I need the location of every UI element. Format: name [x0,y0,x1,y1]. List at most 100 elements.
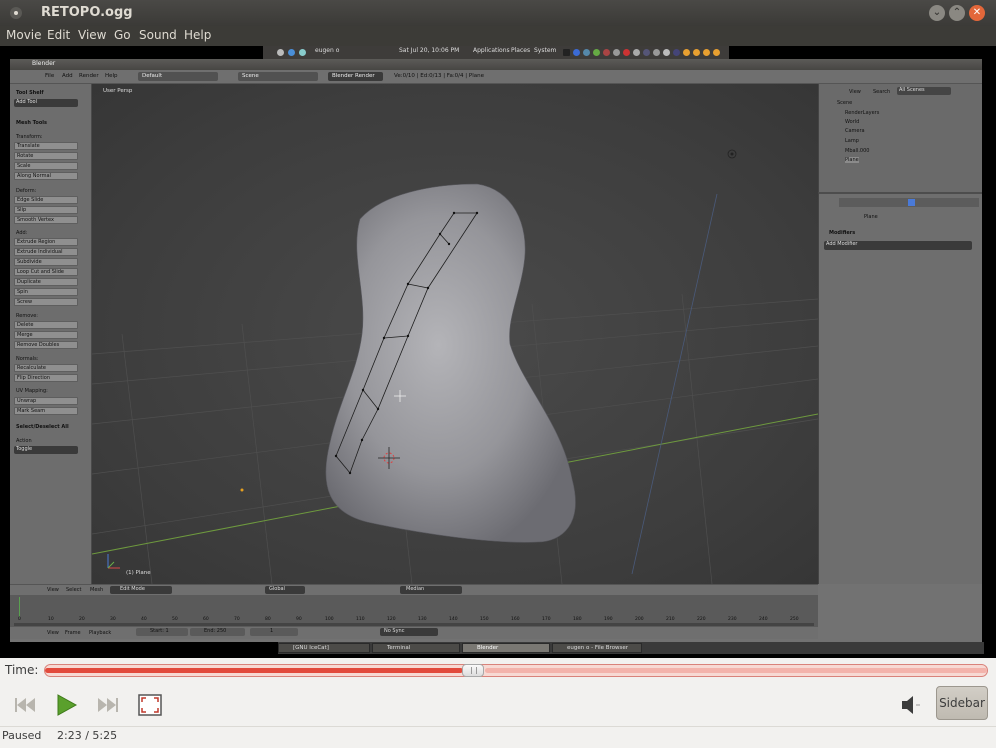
next-chapter-icon[interactable] [95,692,121,718]
panel-places: Places [511,47,531,54]
end-frame-field[interactable]: End: 250 [190,628,245,636]
current-frame-field[interactable]: 1 [250,628,298,636]
sync-mode-select[interactable]: No Sync [380,628,438,636]
outliner-item[interactable]: Mball.000 [845,148,869,154]
outliner-search-menu[interactable]: Search [873,89,890,95]
outliner-item[interactable]: Camera [845,128,865,134]
outliner-view-menu[interactable]: View [849,89,861,95]
blender-menu-help[interactable]: Help [105,73,118,79]
tool-label: Loop Cut and Slide [17,269,64,275]
tool-button[interactable]: Duplicate [14,278,78,286]
tool-button[interactable]: Subdivide [14,258,78,266]
minimize-button[interactable]: ⌄ [929,5,945,21]
mode-select[interactable]: Edit Mode [110,586,172,594]
viewport-menu-mesh[interactable]: Mesh [90,587,103,593]
lamp-icon[interactable] [727,149,737,159]
menu-movie[interactable]: Movie [6,28,42,42]
seek-bar[interactable] [44,664,988,677]
mesh-tools-title: Mesh Tools [16,120,47,126]
timeline-menu-frame[interactable]: Frame [65,630,81,636]
tool-button[interactable]: Screw [14,298,78,306]
outliner-item[interactable]: Plane [845,157,859,163]
outliner-filter-select[interactable]: All Scenes [897,87,951,95]
menu-edit[interactable]: Edit [47,28,70,42]
tool-label: Translate [17,143,40,149]
tray-icon [603,49,610,56]
blender-window: Blender File Add Render Help Default Sce… [10,59,982,642]
play-icon[interactable] [53,692,79,718]
timeline-tick: 170 [542,617,551,622]
modifier-tab-icon[interactable] [908,199,915,206]
maximize-button[interactable]: ⌃ [949,5,965,21]
tool-button[interactable]: Along Normal [14,172,78,180]
tray-icon [703,49,710,56]
timeline-menu-playback[interactable]: Playback [89,630,111,636]
volume-icon[interactable] [898,692,924,718]
tool-label: Screw [17,299,33,305]
gnome-top-panel: eugen o Sat Jul 20, 10:06 PM Application… [263,46,729,59]
tool-label: Along Normal [17,173,51,179]
pivot-select[interactable]: Median [400,586,462,594]
viewport-menu-select[interactable]: Select [66,587,81,593]
outliner-item[interactable]: Scene [837,100,852,106]
tool-button[interactable]: Extrude Region [14,238,78,246]
viewport-menu-view[interactable]: View [47,587,59,593]
blender-menu-render[interactable]: Render [79,73,99,79]
sidebar-button[interactable]: Sidebar [936,686,988,720]
menu-sound[interactable]: Sound [139,28,177,42]
tool-button[interactable]: Mark Seam [14,407,78,415]
current-frame-marker[interactable] [19,597,20,617]
add-tool-dropdown[interactable]: Add Tool [14,99,78,107]
timeline-scrollbar[interactable] [14,623,814,626]
blender-menu-add[interactable]: Add [62,73,73,79]
window-menu-icon[interactable] [10,7,22,19]
3d-viewport[interactable]: User Persp (1) Plane [92,84,818,584]
timeline-menu-view[interactable]: View [47,630,59,636]
menu-view[interactable]: View [78,28,106,42]
tool-button[interactable]: Recalculate [14,364,78,372]
close-button[interactable]: ✕ [969,5,985,21]
tool-button[interactable]: Remove Doubles [14,341,78,349]
menu-help[interactable]: Help [184,28,211,42]
sculpted-mesh[interactable] [325,183,576,543]
menu-go[interactable]: Go [114,28,131,42]
window-title: RETOPO.ogg [41,5,133,20]
blender-titlebar: Blender [10,59,982,70]
tool-button[interactable]: Scale [14,162,78,170]
orientation-select[interactable]: Global [265,586,305,594]
tool-button[interactable]: Translate [14,142,78,150]
tool-button[interactable]: Unwrap [14,397,78,405]
tool-button[interactable]: Slip [14,206,78,214]
panel-clock: Sat Jul 20, 10:06 PM [399,47,460,54]
outliner-item[interactable]: World [845,119,859,125]
add-modifier-dropdown[interactable]: Add Modifier [824,241,972,250]
tray-icon [633,49,640,56]
taskbar-item[interactable]: Terminal [372,643,460,653]
taskbar-item[interactable]: eugen o - File Browser [552,643,642,653]
video-frame[interactable]: eugen o Sat Jul 20, 10:06 PM Application… [0,46,996,658]
action-dropdown[interactable]: Toggle [14,446,78,454]
taskbar-item-active[interactable]: Blender [462,643,550,653]
seek-handle[interactable] [462,664,484,677]
start-frame-field[interactable]: Start: 1 [136,628,188,636]
tool-button[interactable]: Rotate [14,152,78,160]
blender-menu-file[interactable]: File [45,73,54,79]
tool-shelf-title: Tool Shelf [16,90,44,96]
tool-button[interactable]: Delete [14,321,78,329]
object-name: Plane [864,214,878,220]
tool-button[interactable]: Extrude Individual [14,248,78,256]
tool-button[interactable]: Spin [14,288,78,296]
outliner-item[interactable]: RenderLayers [845,110,879,116]
tool-button[interactable]: Edge Slide [14,196,78,204]
tool-button[interactable]: Loop Cut and Slide [14,268,78,276]
previous-chapter-icon[interactable] [12,692,38,718]
tool-button[interactable]: Flip Direction [14,374,78,382]
taskbar-item[interactable]: [GNU IceCat] [278,643,370,653]
timeline-tick: 100 [325,617,334,622]
outliner-item[interactable]: Lamp [845,138,859,144]
fullscreen-icon[interactable] [137,692,163,718]
seek-row: Time: [0,658,996,684]
tool-button[interactable]: Smooth Vertex [14,216,78,224]
timeline-panel[interactable]: 0 10 20 30 40 50 60 70 80 90 100 110 120… [10,595,818,627]
tool-button[interactable]: Merge [14,331,78,339]
